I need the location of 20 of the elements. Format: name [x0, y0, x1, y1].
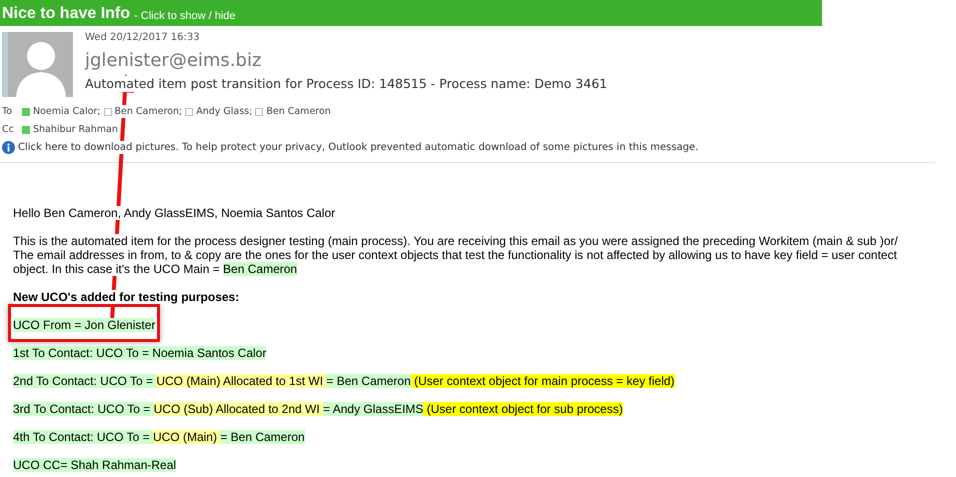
banner-title: Nice to have Info	[2, 5, 130, 23]
recipient-name[interactable]: Noemia Calor;	[33, 105, 101, 118]
body-paragraph: 3rd To Contact: UCO To = UCO (Sub) Allocated to 2nd WI = Andy GlassEIMS (User context object for sub process)	[13, 402, 624, 416]
body-paragraph: UCO From = Jon Glenister	[13, 318, 156, 332]
recipient-name[interactable]: Ben Cameron;	[114, 105, 182, 118]
banner-hint: - Click to show / hide	[134, 9, 236, 23]
body-paragraph: UCO CC= Shah Rahman-Real	[13, 458, 178, 472]
body-paragraph: 1st To Contact: UCO To = Noemia Santos Calor	[13, 346, 268, 360]
body-paragraph: 4th To Contact: UCO To = UCO (Main) = Ben Cameron	[13, 430, 306, 444]
body-paragraph: Hello Ben Cameron, Andy GlassEIMS, Noemia Santos Calor	[13, 206, 336, 220]
body-paragraph: This is the automated item for the process designer testing (main process). You are receiving this email as you were assigned the preceding Workitem (main & sub )or/ The email addresses in from, to & copy are the ones for the user context objects that test the functionality is not affected by allowing us to have key field = user contect object. In this case it's the UCO Main = Ben Cameron	[13, 234, 899, 276]
message-date: Wed 20/12/2017 16:33	[85, 32, 201, 44]
recipient-label: Cc	[2, 123, 15, 136]
recipient-label: To	[2, 105, 14, 118]
section-heading: New UCO's added for testing purposes:	[13, 290, 240, 304]
sender-address: jglenister@eims.biz	[85, 50, 262, 72]
message-subject: Automated item post transition for Process ID: 148515 - Process name: Demo 3461	[85, 76, 608, 92]
body-paragraph: 2nd To Contact: UCO To = UCO (Main) Allocated to 1st WI = Ben Cameron (User context object for main process = key field)	[13, 374, 676, 388]
recipient-name[interactable]: Andy Glass;	[196, 105, 252, 118]
download-pictures-notice[interactable]: Click here to download pictures. To help protect your privacy, Outlook prevented automatic download of some pictures in this message.	[18, 141, 698, 154]
